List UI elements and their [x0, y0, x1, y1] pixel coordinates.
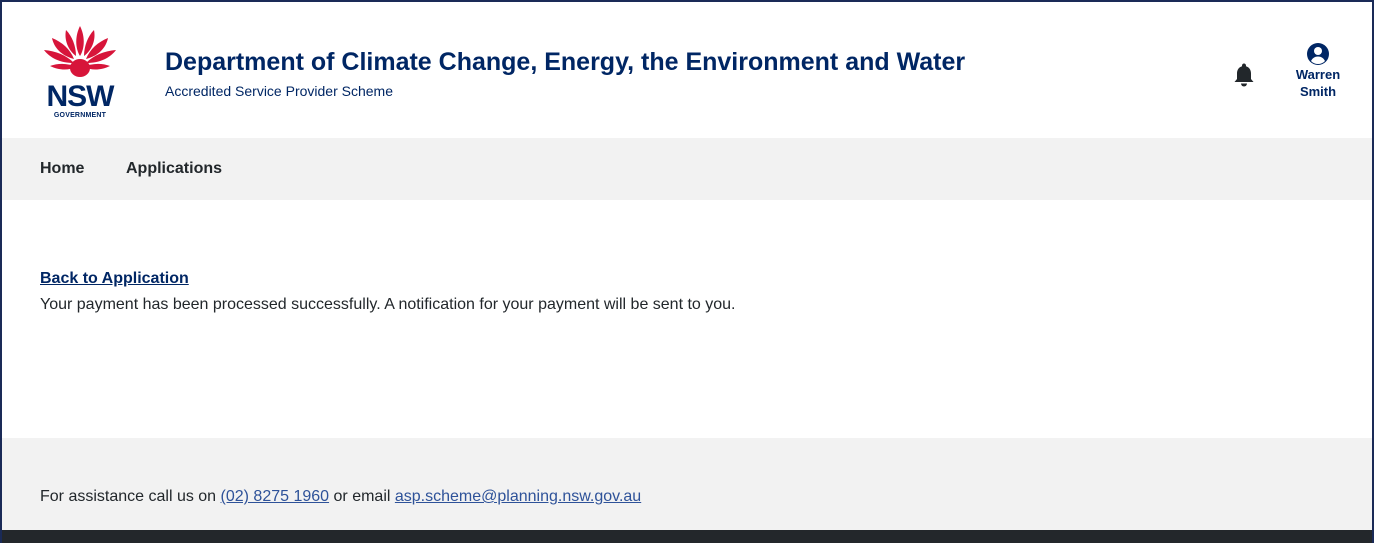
back-to-application-link[interactable]: Back to Application [40, 270, 189, 288]
main-navigation: Home Applications [2, 138, 1372, 200]
assistance-prefix: For assistance call us on [40, 488, 217, 505]
payment-success-message: Your payment has been processed successf… [40, 296, 736, 313]
user-menu-button[interactable]: Warren Smith [1282, 42, 1354, 112]
nav-item-applications[interactable]: Applications [126, 160, 222, 178]
footer-bottom-bar [2, 530, 1372, 543]
logo-wordmark: NSW [46, 80, 115, 113]
assistance-middle: or email [333, 488, 391, 505]
site-footer: For assistance call us on (02) 8275 1960… [2, 438, 1372, 530]
nsw-government-logo[interactable]: NSW GOVERNMENT [40, 24, 120, 124]
nav-item-home[interactable]: Home [40, 160, 84, 178]
bell-icon [1234, 63, 1254, 87]
app-frame: NSW GOVERNMENT Department of Climate Cha… [0, 0, 1374, 543]
notifications-button[interactable] [1232, 62, 1256, 88]
site-header: NSW GOVERNMENT Department of Climate Cha… [2, 2, 1372, 138]
scheme-subtitle: Accredited Service Provider Scheme [165, 83, 393, 99]
main-content: Back to Application Your payment has bee… [2, 200, 1372, 438]
user-circle-icon [1307, 43, 1329, 65]
waratah-icon [44, 26, 116, 77]
department-title: Department of Climate Change, Energy, th… [165, 48, 966, 76]
support-phone-link[interactable]: (02) 8275 1960 [221, 488, 330, 505]
user-first-name: Warren [1295, 67, 1341, 82]
user-last-name: Smith [1299, 84, 1337, 99]
logo-subtext: GOVERNMENT [53, 112, 107, 119]
assistance-text: For assistance call us on (02) 8275 1960… [40, 488, 641, 506]
support-email-link[interactable]: asp.scheme@planning.nsw.gov.au [395, 488, 641, 505]
